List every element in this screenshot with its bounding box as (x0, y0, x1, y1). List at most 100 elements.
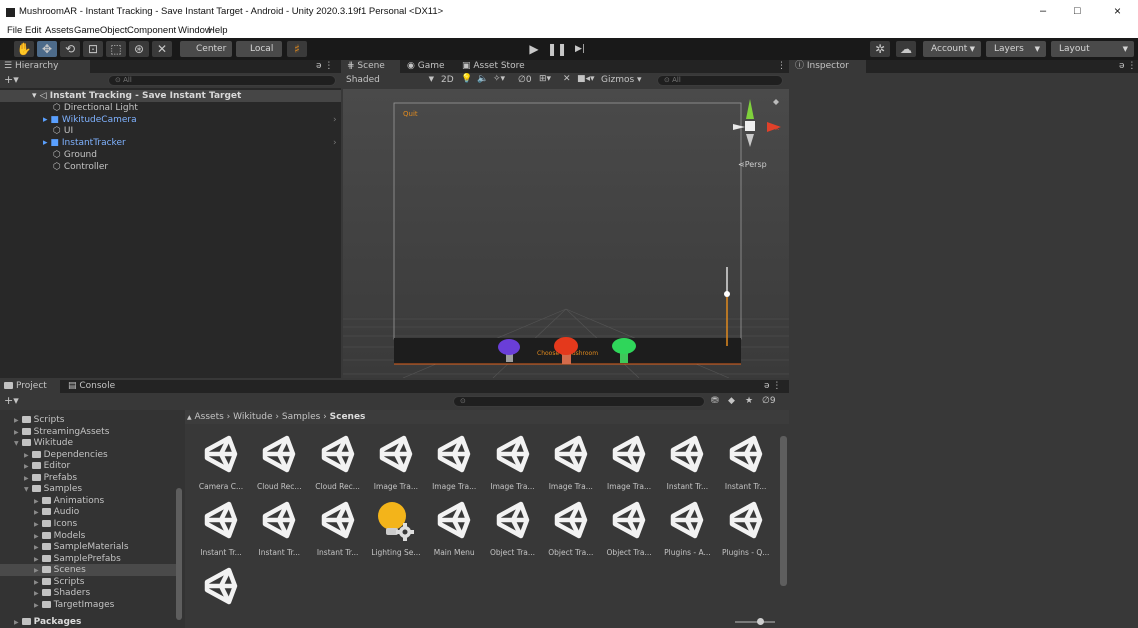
asset-item[interactable]: Plugins - A... (659, 498, 715, 557)
asset-item[interactable]: Cloud Rec... (251, 432, 307, 491)
favorite-icon[interactable]: ★ (745, 396, 753, 406)
asset-item[interactable]: Image Tra... (601, 432, 657, 491)
asset-item[interactable]: Instant Tr... (718, 432, 774, 491)
hierarchy-item[interactable]: ⬡ Controller (0, 161, 341, 173)
tree-folder[interactable]: ▶ Packages (0, 616, 176, 628)
add-icon[interactable]: +▾ (4, 73, 19, 86)
tab-console[interactable]: ▤ Console (64, 380, 124, 393)
zoom-slider[interactable] (735, 618, 775, 625)
chevron-right-icon[interactable]: ▶ (34, 556, 39, 563)
tree-folder[interactable]: ▶ Dependencies (0, 449, 176, 461)
hierarchy-search-input[interactable]: ⊙ All (108, 75, 336, 86)
gizmos-dropdown[interactable]: Gizmos ▾ (601, 75, 642, 85)
tree-folder[interactable]: ▶ Prefabs (0, 472, 176, 484)
hand-tool-icon[interactable]: ✋ (14, 41, 34, 57)
tree-folder[interactable]: ▶ Scripts (0, 576, 176, 588)
tree-folder[interactable]: ▶ TargetImages (0, 599, 176, 611)
grid-icon[interactable]: ⊞▾ (539, 74, 551, 84)
asset-item[interactable]: Instant Tr... (251, 498, 307, 557)
chevron-right-icon[interactable]: ▶ (34, 579, 39, 586)
effects-icon[interactable]: ✧▾ (493, 74, 505, 84)
tree-folder[interactable]: ▼ Samples (0, 483, 176, 495)
layers-dropdown[interactable]: Layers ▼ (986, 41, 1046, 57)
asset-item[interactable]: Image Tra... (543, 432, 599, 491)
tree-folder[interactable]: ▶ Animations (0, 495, 176, 507)
assets-scrollbar[interactable] (780, 436, 787, 586)
chevron-right-icon[interactable]: ▶ (34, 509, 39, 516)
hidden-packages-count[interactable]: ∅9 (762, 396, 776, 406)
play-button[interactable]: ▶ (523, 41, 545, 57)
chevron-right-icon[interactable]: ▶ (14, 429, 19, 436)
tree-scrollbar[interactable] (176, 488, 182, 620)
chevron-right-icon[interactable]: ▶ (34, 590, 39, 597)
tree-folder[interactable]: ▶ Shaders (0, 587, 176, 599)
menu-component[interactable]: Component (127, 25, 176, 36)
tree-folder[interactable]: ▶ SampleMaterials (0, 541, 176, 553)
chevron-down-icon[interactable]: ▼ (24, 486, 29, 493)
step-button[interactable]: ▶| (569, 41, 591, 57)
transform-tool-icon[interactable]: ⊛ (129, 41, 149, 57)
chevron-right-icon[interactable]: ▶ (24, 463, 29, 470)
pause-button[interactable]: ❚❚ (546, 41, 568, 57)
breadcrumb-wikitude[interactable]: Wikitude (233, 412, 272, 422)
tree-folder[interactable]: ▶ Scripts (0, 414, 176, 426)
chevron-right-icon[interactable]: ▶ (34, 521, 39, 528)
layout-dropdown[interactable]: Layout ▼ (1051, 41, 1134, 57)
account-dropdown[interactable]: Account ▼ (923, 41, 981, 57)
hierarchy-item[interactable]: ⬡ Directional Light (0, 102, 341, 114)
tree-folder[interactable]: ▶ Scenes (0, 564, 176, 577)
tree-folder[interactable]: ▶ SamplePrefabs (0, 553, 176, 565)
rect-tool-icon[interactable]: ⬚ (106, 41, 126, 57)
asset-item[interactable]: Lighting Se... (368, 498, 424, 557)
rotate-tool-icon[interactable]: ⟲ (60, 41, 80, 57)
tree-folder[interactable]: ▶ StreamingAssets (0, 426, 176, 438)
chevron-right-icon[interactable]: ▶ (34, 602, 39, 609)
filter-label-icon[interactable]: ◆ (728, 396, 735, 406)
space-toggle[interactable]: Local (236, 41, 282, 57)
scene-search-input[interactable]: ⊙ All (657, 75, 783, 86)
chevron-right-icon[interactable]: ▶ (34, 544, 39, 551)
asset-item[interactable]: Plugins - Q... (718, 498, 774, 557)
2d-toggle[interactable]: 2D (441, 75, 454, 85)
lock-icon[interactable]: ə ⋮ (316, 61, 333, 71)
more-icon[interactable]: ⋮ (777, 61, 786, 71)
menu-window[interactable]: Window (178, 25, 212, 36)
tab-game[interactable]: ◉ Game (403, 60, 455, 73)
chevron-down-icon[interactable]: ▼ (14, 440, 19, 447)
chevron-right-icon[interactable]: ▶ (14, 417, 19, 424)
chevron-right-icon[interactable]: ▶ (34, 498, 39, 505)
zoom-slider-knob[interactable] (757, 618, 764, 625)
tab-asset-store[interactable]: ▣ Asset Store (458, 60, 532, 73)
asset-item[interactable]: Object Tra... (601, 498, 657, 557)
chevron-right-icon[interactable]: › (333, 114, 337, 126)
tab-hierarchy[interactable]: ☰ Hierarchy (0, 60, 90, 73)
pivot-toggle[interactable]: Center (180, 41, 232, 57)
menu-help[interactable]: Help (208, 25, 228, 36)
tab-project[interactable]: Project (0, 380, 60, 393)
chevron-right-icon[interactable]: ▶ (34, 567, 39, 574)
asset-item[interactable]: Cloud Rec... (310, 432, 366, 491)
tree-folder[interactable]: ▶ Audio (0, 506, 176, 518)
persp-label[interactable]: ⋖Persp (738, 160, 767, 169)
hierarchy-item[interactable]: ▸ ■ InstantTracker › (0, 137, 341, 149)
cloud-icon[interactable]: ☁ (896, 41, 916, 57)
asset-item[interactable]: Instant Tr... (659, 432, 715, 491)
asset-item[interactable]: Object Tra... (543, 498, 599, 557)
menu-assets[interactable]: Assets (45, 25, 74, 36)
asset-item[interactable]: Instant Tr... (310, 498, 366, 557)
filter-type-icon[interactable]: ⛃ (711, 396, 719, 406)
menu-gameobject[interactable]: GameObject (74, 25, 127, 36)
lighting-icon[interactable]: 💡 (461, 74, 472, 84)
asset-item[interactable]: Image Tra... (485, 432, 541, 491)
shading-dropdown[interactable]: Shaded ▼ (346, 75, 438, 85)
chevron-right-icon[interactable]: ▶ (34, 533, 39, 540)
chevron-right-icon[interactable]: ▶ (24, 452, 29, 459)
menu-file[interactable]: File (7, 25, 22, 36)
tree-folder[interactable]: ▶ Editor (0, 460, 176, 472)
breadcrumb-assets[interactable]: Assets (195, 412, 224, 422)
tab-scene[interactable]: ⋕ Scene (343, 60, 400, 73)
breadcrumb-scenes[interactable]: Scenes (330, 412, 366, 422)
tab-inspector[interactable]: ⓘ Inspector (791, 60, 866, 73)
hierarchy-item[interactable]: ▸ ■ WikitudeCamera › (0, 114, 341, 126)
asset-item[interactable]: Main Menu (426, 498, 482, 557)
